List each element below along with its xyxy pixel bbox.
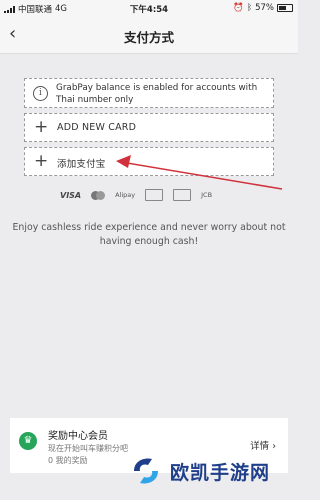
card-brand-logos: VISA Alipay JCB bbox=[60, 188, 240, 202]
alipay-logo: Alipay bbox=[115, 191, 136, 199]
status-bar: 中国联通 4G 下午4:54 ⏰ ᛒ 57% bbox=[0, 0, 298, 17]
plus-icon: + bbox=[34, 117, 49, 137]
reward-subtitle: 现在开始叫车赚积分吧 bbox=[48, 444, 128, 453]
status-right: ⏰ ᛒ 57% bbox=[233, 3, 293, 13]
watermark-logo-icon bbox=[134, 458, 158, 484]
cashless-tagline: Enjoy cashless ride experience and never… bbox=[12, 222, 286, 247]
reward-title: 奖励中心会员 bbox=[48, 431, 108, 442]
unionpay-icon bbox=[173, 189, 192, 201]
battery-label: 57% bbox=[255, 3, 274, 13]
mastercard-icon bbox=[91, 190, 106, 200]
nav-bar: ‹ 支付方式 bbox=[0, 17, 298, 54]
watermark-text: 欧凯手游网 bbox=[170, 461, 271, 484]
grabpay-notice: i GrabPay balance is enabled for account… bbox=[24, 78, 274, 108]
bluetooth-icon: ᛒ bbox=[246, 3, 253, 13]
info-icon: i bbox=[33, 86, 48, 101]
notice-text: GrabPay balance is enabled for accounts … bbox=[56, 83, 258, 105]
plus-icon: + bbox=[34, 151, 49, 171]
visa-logo: VISA bbox=[60, 190, 82, 200]
battery-icon bbox=[277, 4, 293, 12]
watermark: 欧凯手游网 bbox=[128, 448, 293, 494]
amex-icon bbox=[145, 189, 164, 201]
add-new-card-button[interactable]: + ADD NEW CARD bbox=[24, 113, 274, 142]
jcb-logo: JCB bbox=[201, 191, 213, 199]
add-new-card-label: ADD NEW CARD bbox=[57, 122, 137, 133]
crown-icon: ♛ bbox=[19, 432, 37, 450]
add-alipay-button[interactable]: + 添加支付宝 bbox=[24, 147, 274, 176]
page-title: 支付方式 bbox=[123, 30, 174, 45]
alarm-icon: ⏰ bbox=[233, 3, 244, 13]
add-alipay-label: 添加支付宝 bbox=[57, 159, 106, 170]
reward-points: 0 我的奖励 bbox=[48, 456, 88, 465]
